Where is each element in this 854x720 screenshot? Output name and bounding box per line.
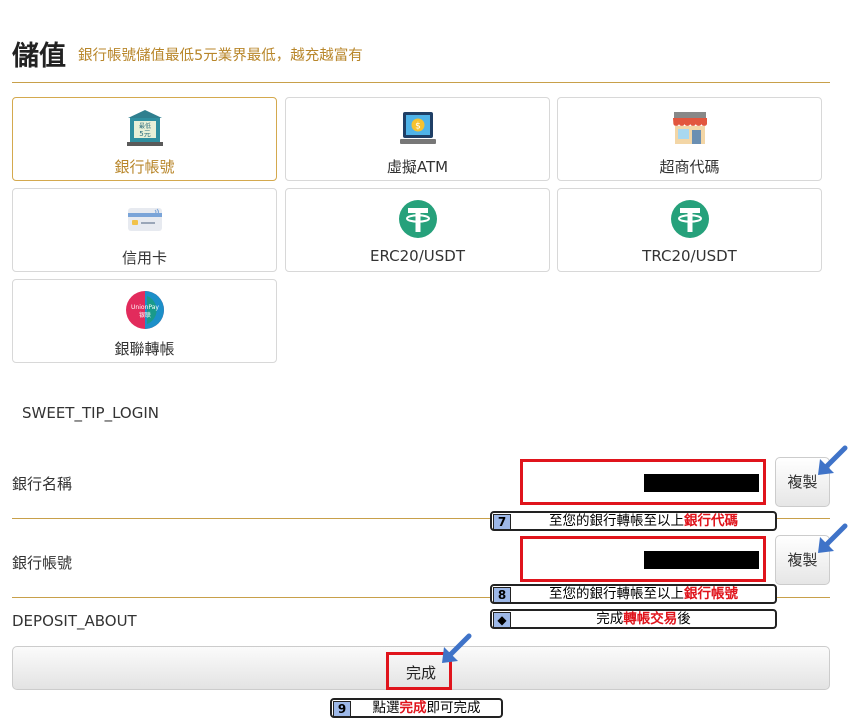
callout-text-pre: 完成 (596, 611, 624, 627)
page-header: 儲值 銀行帳號儲值最低5元業界最低，越充越富有 (12, 32, 830, 83)
redacted-value (644, 551, 759, 569)
bank-name-field[interactable] (520, 459, 766, 505)
method-label: 銀行帳號 (114, 158, 175, 176)
sweet-tip: SWEET_TIP_LOGIN (22, 404, 159, 422)
method-virtual-atm[interactable]: $ 虛擬ATM (285, 97, 550, 181)
deposit-about: DEPOSIT_ABOUT (12, 612, 137, 630)
method-label: 信用卡 (121, 249, 167, 267)
callout-text-post: 即可完成 (426, 700, 481, 716)
callout-step-complete-transfer: ◆ 完成轉帳交易後 (490, 609, 777, 629)
callout-text-highlight: 轉帳交易 (623, 611, 678, 627)
method-label: ERC20/USDT (370, 247, 465, 265)
callout-step-7: 7 至您的銀行轉帳至以上銀行代碼 (490, 511, 777, 531)
bank-name-label: 銀行名稱 (12, 475, 73, 493)
page-title: 儲值 (12, 41, 66, 72)
method-label: 銀聯轉帳 (114, 340, 175, 358)
callout-text-highlight: 完成 (399, 700, 427, 716)
method-label: TRC20/USDT (642, 247, 737, 265)
bank-icon: 最低 5元 (126, 110, 163, 146)
atm-icon: $ (399, 112, 436, 144)
callout-text-highlight: 銀行代碼 (684, 513, 738, 529)
page-subtitle: 銀行帳號儲值最低5元業界最低，越充越富有 (78, 48, 363, 64)
callout-step-9: 9 點選完成即可完成 (330, 698, 503, 718)
callout-text-pre: 至您的銀行轉帳至以上 (549, 586, 684, 602)
callout-text: 至您的銀行轉帳至以上銀行帳號 (514, 586, 773, 602)
method-trc20-usdt[interactable]: TRC20/USDT (557, 188, 822, 272)
callout-number: 9 (333, 701, 351, 717)
credit-card-icon (127, 208, 162, 231)
svg-text:$: $ (415, 122, 421, 132)
bank-badge-line1: 最低 (138, 122, 150, 130)
bank-account-label: 銀行帳號 (12, 554, 73, 572)
callout-text: 完成轉帳交易後 (514, 611, 773, 627)
bank-account-field[interactable] (520, 536, 766, 582)
callout-text: 點選完成即可完成 (354, 700, 499, 716)
store-icon (672, 112, 707, 144)
callout-text-pre: 點選 (372, 700, 400, 716)
unionpay-badge-line2: 银联 (138, 311, 150, 319)
bank-badge-line2: 5元 (139, 130, 150, 138)
method-label: 超商代碼 (659, 158, 720, 176)
unionpay-icon: UnionPay 银联 (125, 291, 164, 329)
callout-text-highlight: 銀行帳號 (684, 586, 738, 602)
method-bank-account[interactable]: 最低 5元 銀行帳號 (12, 97, 277, 181)
method-label: 虛擬ATM (386, 158, 449, 176)
method-convenience-store[interactable]: 超商代碼 (557, 97, 822, 181)
tether-icon (398, 200, 437, 238)
callout-number: 8 (493, 587, 511, 603)
tether-icon (670, 200, 709, 238)
callout-text: 至您的銀行轉帳至以上銀行代碼 (514, 513, 773, 529)
callout-step-8: 8 至您的銀行轉帳至以上銀行帳號 (490, 584, 777, 604)
pointer-arrow-icon (442, 633, 472, 663)
redacted-value (644, 474, 759, 492)
method-unionpay[interactable]: UnionPay 银联 銀聯轉帳 (12, 279, 277, 363)
callout-number: 7 (493, 514, 511, 530)
method-erc20-usdt[interactable]: ERC20/USDT (285, 188, 550, 272)
callout-number: ◆ (493, 612, 511, 628)
unionpay-badge-line1: UnionPay (131, 304, 159, 311)
pointer-arrow-icon (818, 445, 848, 475)
callout-text-pre: 至您的銀行轉帳至以上 (549, 513, 684, 529)
callout-text-post: 後 (677, 611, 691, 627)
pointer-arrow-icon (818, 523, 848, 553)
method-credit-card[interactable]: 信用卡 (12, 188, 277, 272)
